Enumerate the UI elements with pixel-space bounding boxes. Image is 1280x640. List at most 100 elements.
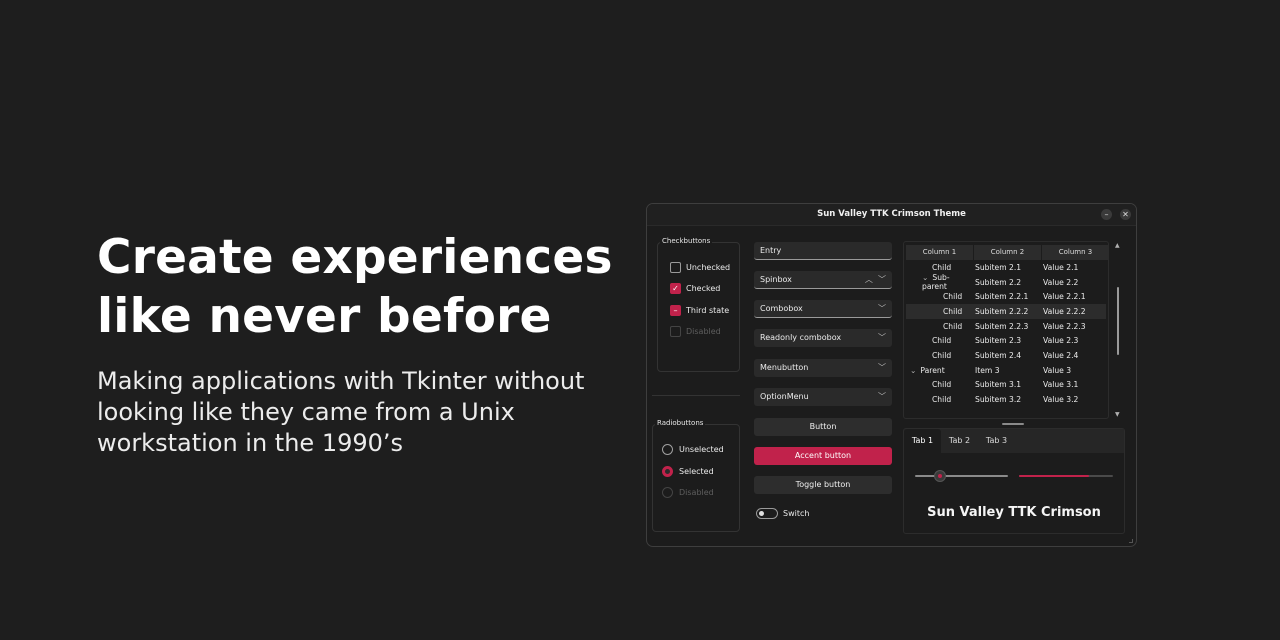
tree-row[interactable]: Child Subitem 3.1 Value 3.1 [906,378,1106,393]
column-header[interactable]: Column 2 [974,245,1041,260]
radiobutton-label: Unselected [679,445,724,454]
column-header[interactable]: Column 3 [1042,245,1108,260]
entry-value: Entry [760,246,782,255]
radiobutton-label: Selected [679,467,714,476]
checkbox-indeterminate-icon: – [670,305,681,316]
tree-cell-text: Child [943,321,963,331]
tab-2[interactable]: Tab 2 [941,429,978,453]
window-titlebar[interactable]: Sun Valley TTK Crimson Theme – ✕ [647,204,1136,226]
accent-button[interactable]: Accent button [754,447,892,465]
checkbutton-unchecked[interactable]: Unchecked [670,262,730,273]
readonly-combobox-value: Readonly combobox [760,333,842,342]
tree-cell-text: Child [943,306,963,316]
checkbutton-label: Third state [686,306,730,315]
treeview-scrollbar[interactable]: ▲ ▼ [1114,241,1122,419]
entry-field[interactable]: Entry [754,242,892,260]
expand-chevron-icon[interactable]: ⌄ [910,366,916,375]
hero-title: Create experiences like never before [97,230,613,344]
checkbutton-label: Disabled [686,327,721,336]
tree-cell: Subitem 2.3 [975,336,1022,346]
tree-cell: ⌄ Parent [906,366,973,375]
window-title: Sun Valley TTK Crimson Theme [817,209,966,219]
tree-cell: Child [906,322,973,331]
spinbox-value: Spinbox [760,275,792,284]
tree-cell-text: Child [932,380,952,390]
tree-cell: Child [906,336,973,345]
radiobuttons-group [652,424,740,532]
checkbutton-third-state[interactable]: – Third state [670,305,729,316]
slider-handle[interactable] [934,470,947,482]
tab-1[interactable]: Tab 1 [904,429,941,453]
tree-cell: Value 2.2.3 [1043,321,1086,331]
tree-cell: Value 2.2 [1043,277,1079,287]
hero-subtitle: Making applications with Tkinter without… [97,367,585,457]
resize-grip-icon[interactable] [1129,539,1133,543]
tree-cell: Subitem 3.2 [975,395,1022,405]
menubutton[interactable]: Menubutton ﹀ [754,359,892,377]
combobox[interactable]: Combobox ﹀ [754,300,892,318]
tree-cell: Child [906,307,973,316]
checkbutton-checked[interactable]: ✓ Checked [670,283,720,294]
tab-3[interactable]: Tab 3 [978,429,1015,453]
expand-chevron-icon[interactable]: ⌄ [922,273,928,282]
toggle-button[interactable]: Toggle button [754,476,892,494]
spinbox-arrows-icon[interactable]: ︿ ﹀ [865,274,886,285]
switch[interactable]: Switch [756,508,809,519]
spinbox[interactable]: Spinbox ︿ ﹀ [754,271,892,289]
tree-cell: Value 2.2.2 [1043,306,1086,316]
tree-row[interactable]: Child Subitem 3.2 Value 3.2 [906,392,1106,407]
tree-row[interactable]: ⌄ Sub-parent Subitem 2.2 Value 2.2 [906,273,1106,291]
checkbox-checked-icon: ✓ [670,283,681,294]
scroll-up-icon[interactable]: ▲ [1115,242,1120,249]
tree-cell: Subitem 2.2.3 [975,321,1029,331]
treeview-header: Column 1 Column 2 Column 3 [906,245,1108,260]
minimize-icon[interactable]: – [1101,209,1112,220]
tree-row[interactable]: Child Subitem 2.2.3 Value 2.2.3 [906,319,1106,334]
radio-unselected-icon [662,444,673,455]
optionmenu[interactable]: OptionMenu ﹀ [754,388,892,406]
tree-cell: Value 2.3 [1043,336,1079,346]
chevron-down-icon: ﹀ [878,363,886,372]
combobox-value: Combobox [760,304,803,313]
button[interactable]: Button [754,418,892,436]
tree-row[interactable]: Child Subitem 2.2.1 Value 2.2.1 [906,289,1106,304]
separator [652,395,740,396]
radiobutton-selected[interactable]: Selected [662,466,714,477]
close-icon[interactable]: ✕ [1120,209,1131,220]
tree-cell-text: Child [932,395,952,405]
tree-cell: Child [906,351,973,360]
checkbutton-label: Unchecked [686,263,731,272]
menubutton-label: Menubutton [760,363,809,372]
tree-row[interactable]: Child Subitem 2.3 Value 2.3 [906,333,1106,348]
tree-cell: Value 3.2 [1043,395,1079,405]
radio-disabled-icon [662,487,673,498]
paned-sash[interactable] [1002,423,1024,425]
tree-row[interactable]: Child Subitem 2.2.2 Value 2.2.2 [906,304,1106,319]
chevron-down-icon: ﹀ [878,333,886,342]
notebook: Tab 1 Tab 2 Tab 3 Sun Valley TTK Crimson [903,428,1125,534]
chevron-down-icon[interactable]: ﹀ [878,303,886,314]
treeview[interactable]: Column 1 Column 2 Column 3 Child Subitem … [903,241,1109,419]
scroll-down-icon[interactable]: ▼ [1115,411,1120,418]
radiobutton-unselected[interactable]: Unselected [662,444,724,455]
tree-row[interactable]: Child Subitem 2.4 Value 2.4 [906,348,1106,363]
column-header[interactable]: Column 1 [906,245,973,260]
app-window: Sun Valley TTK Crimson Theme – ✕ Checkbu… [646,203,1137,547]
radiobutton-disabled: Disabled [662,487,714,498]
tree-cell-text: Child [932,262,952,272]
scrollbar-thumb[interactable] [1117,287,1119,355]
tree-cell: ⌄ Sub-parent [906,273,973,291]
readonly-combobox[interactable]: Readonly combobox ﹀ [754,329,892,347]
tree-cell-text: Child [932,350,952,360]
checkbuttons-group-label: Checkbuttons [660,237,713,245]
scale-slider[interactable] [915,470,1008,482]
chevron-down-icon: ﹀ [878,392,886,401]
tree-cell: Child [906,380,973,389]
tree-cell: Value 3.1 [1043,380,1079,390]
checkbutton-label: Checked [686,284,721,293]
tree-cell: Value 2.1 [1043,262,1079,272]
treeview-body: Child Subitem 2.1 Value 2.1 ⌄ Sub-parent Subi… [904,260,1108,407]
tree-cell: Subitem 3.1 [975,380,1022,390]
tree-cell-text: Child [943,292,963,302]
tree-row[interactable]: ⌄ Parent Item 3 Value 3 [906,363,1106,378]
